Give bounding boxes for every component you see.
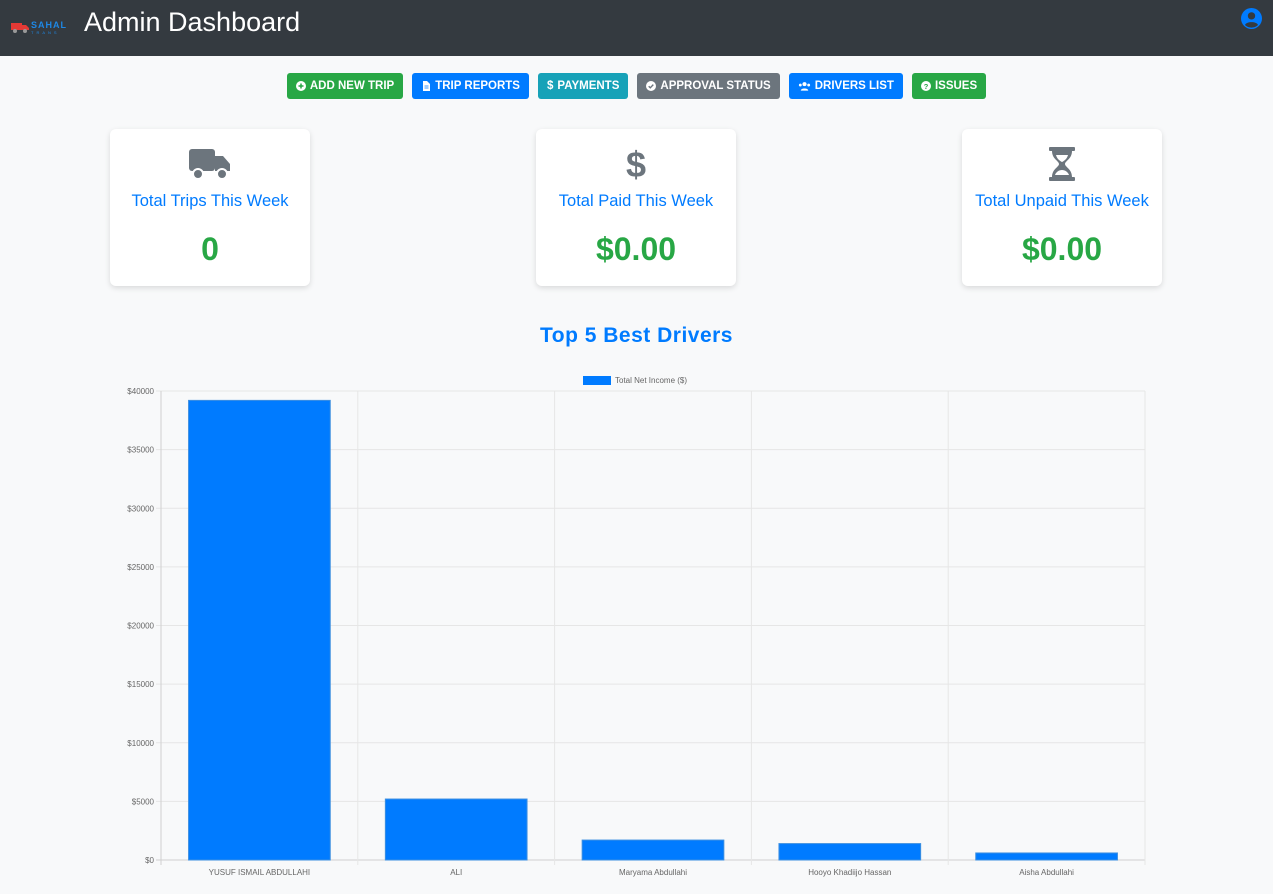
bar (384, 798, 528, 861)
x-tick-label: Hooyo Khadiijo Hassan (808, 868, 891, 877)
y-tick-label: $35000 (127, 446, 154, 455)
legend-swatch (583, 376, 611, 385)
y-tick-label: $10000 (127, 739, 154, 748)
y-tick-label: $0 (145, 856, 154, 865)
legend-label: Total Net Income ($) (615, 376, 687, 385)
x-tick-label: ALI (450, 868, 462, 877)
y-tick-label: $20000 (127, 622, 154, 631)
x-tick-label: YUSUF ISMAIL ABDULLAHI (209, 868, 311, 877)
x-tick-label: Maryama Abdullahi (619, 868, 687, 877)
x-tick-label: Aisha Abdullahi (1019, 868, 1074, 877)
y-tick-label: $30000 (127, 504, 154, 513)
y-tick-label: $5000 (132, 797, 155, 806)
y-tick-label: $40000 (127, 387, 154, 396)
drivers-bar-chart: $0 $5000 $10000 $15000 $20000 $25000 $30000 $35… (127, 376, 1146, 877)
bar (975, 852, 1118, 861)
y-tick-label: $15000 (127, 680, 154, 689)
bar (778, 843, 922, 861)
y-tick-label: $25000 (127, 563, 154, 572)
bar (188, 399, 331, 861)
bar (581, 839, 725, 861)
